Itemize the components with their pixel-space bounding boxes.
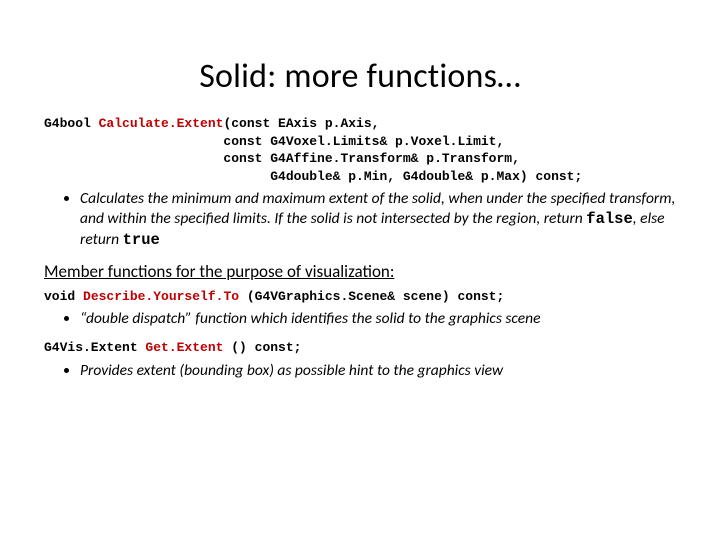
code-text: (G4VGraphics.Scene& scene) const; <box>247 289 504 304</box>
bullet-text: Provides extent (bounding box) as possib… <box>80 361 503 380</box>
code-text: G4double& p.Min, G4double& p.Max) const; <box>44 169 582 184</box>
bullet-list: Provides extent (bounding box) as possib… <box>44 361 676 381</box>
code-text: G4Vis.Extent <box>44 340 145 355</box>
slide: Solid: more functions… G4bool Calculate.… <box>0 56 720 540</box>
code-keyword: Calculate.Extent <box>99 116 224 131</box>
code-signature-calculate-extent: G4bool Calculate.Extent(const EAxis p.Ax… <box>44 115 676 185</box>
code-text: void <box>44 289 83 304</box>
code-text: const G4Affine.Transform& p.Transform, <box>44 151 520 166</box>
bullet-item: Provides extent (bounding box) as possib… <box>80 361 676 381</box>
bullet-list: Calculates the minimum and maximum exten… <box>44 189 676 250</box>
code-text: const G4Voxel.Limits& p.Voxel.Limit, <box>44 134 504 149</box>
bullet-item: Calculates the minimum and maximum exten… <box>80 189 676 250</box>
bullet-list: “double dispatch” function which identif… <box>44 309 676 329</box>
code-signature-get-extent: G4Vis.Extent Get.Extent () const; <box>44 339 676 357</box>
slide-title: Solid: more functions… <box>0 56 720 97</box>
code-keyword: Get.Extent <box>145 340 231 355</box>
inline-code-true: true <box>123 231 160 249</box>
code-signature-describe-yourself: void Describe.Yourself.To (G4VGraphics.S… <box>44 288 676 306</box>
slide-body: G4bool Calculate.Extent(const EAxis p.Ax… <box>0 115 720 381</box>
code-text: () const; <box>231 340 301 355</box>
inline-code-false: false <box>586 210 633 228</box>
code-text: (const EAxis p.Axis, <box>223 116 379 131</box>
section-subheading: Member functions for the purpose of visu… <box>44 261 676 282</box>
bullet-text: “double dispatch” function which identif… <box>80 309 541 328</box>
code-keyword: Describe.Yourself.To <box>83 289 247 304</box>
code-text: G4bool <box>44 116 99 131</box>
bullet-item: “double dispatch” function which identif… <box>80 309 676 329</box>
